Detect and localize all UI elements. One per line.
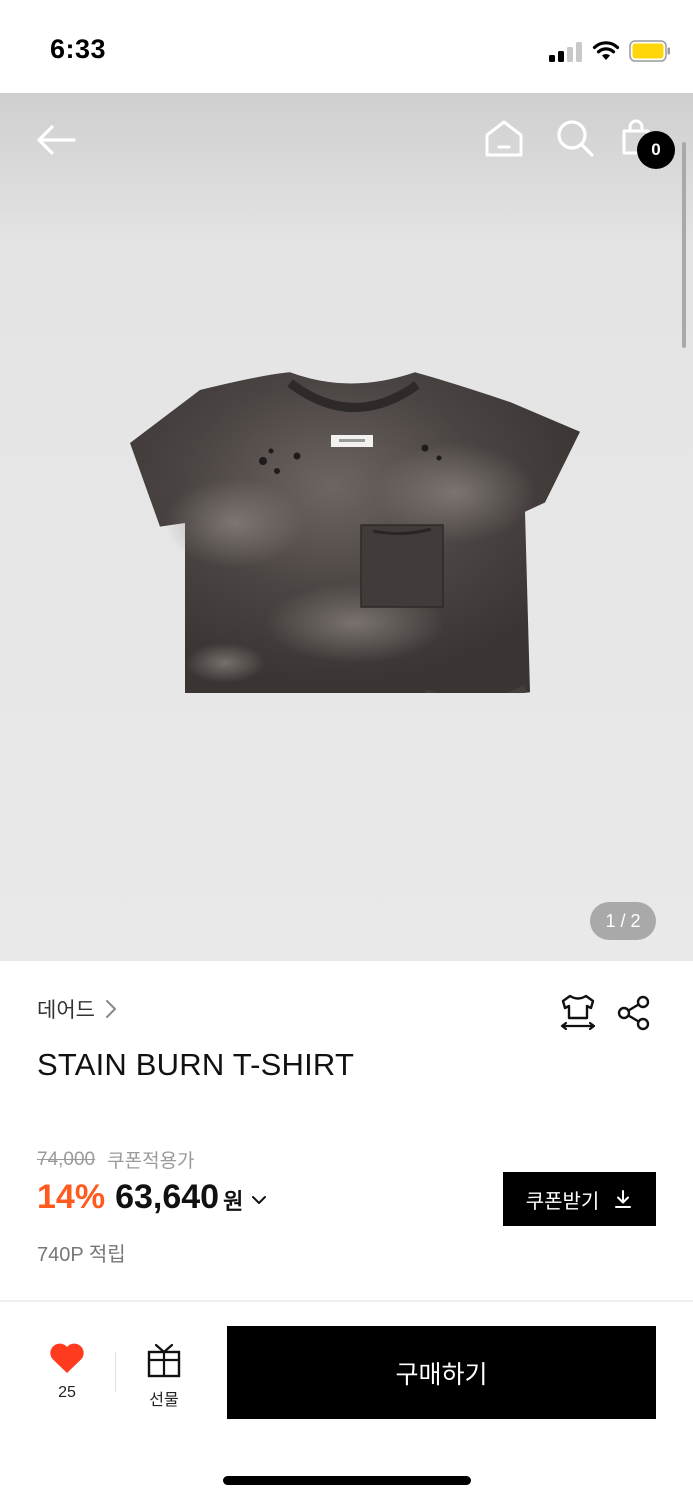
product-image-gallery[interactable]: 1 / 2 [0,93,693,961]
cart-count-badge: 0 [637,131,675,169]
sale-price: 63,640 [115,1178,220,1216]
size-guide-icon[interactable] [558,993,598,1033]
wifi-icon [592,41,620,60]
original-price-row: 74,000 쿠폰적용가 [37,1146,195,1173]
get-coupon-label: 쿠폰받기 [525,1190,600,1213]
signal-icon [549,42,583,62]
search-icon[interactable] [556,119,594,157]
gift-button[interactable]: 선물 [140,1342,188,1410]
like-button[interactable]: 25 [44,1342,90,1408]
brand-link[interactable]: 데어드 [37,994,117,1024]
t-shirt-image [130,372,580,693]
discount-rate: 14% [37,1178,106,1216]
heart-icon [50,1343,84,1373]
chevron-down-icon[interactable] [251,1194,267,1206]
buy-label: 구매하기 [395,1360,488,1389]
get-coupon-button[interactable]: 쿠폰받기 [503,1172,656,1226]
status-time: 6:33 [50,34,107,64]
image-page-counter: 1 / 2 [590,902,656,940]
gift-icon [147,1343,181,1378]
gift-label: 선물 [149,1392,179,1409]
product-info: 데어드 STAIN BURN T-SHIRT 74,000 쿠폰적용가 14% … [0,961,693,1301]
price-row[interactable]: 14% 63,640 원 [37,1178,267,1217]
share-icon[interactable] [616,995,652,1031]
like-count: 25 [58,1384,76,1401]
bottom-action-bar: 25 선물 구매하기 [0,1302,693,1500]
product-name: STAIN BURN T-SHIRT [37,1047,355,1082]
buy-button[interactable]: 구매하기 [227,1326,656,1419]
download-icon [615,1190,632,1208]
original-price: 74,000 [37,1148,96,1170]
divider [115,1352,116,1392]
back-arrow-icon[interactable] [34,123,78,157]
status-bar: 6:33 [0,0,693,93]
brand-name: 데어드 [37,999,95,1022]
home-icon[interactable] [484,119,524,157]
chevron-right-icon [105,1000,116,1018]
home-indicator [223,1476,471,1485]
currency-label: 원 [223,1188,244,1214]
battery-icon [629,40,670,62]
reward-points: 740P 적립 [37,1244,126,1266]
coupon-price-note: 쿠폰적용가 [107,1151,195,1172]
scroll-indicator [682,142,686,348]
